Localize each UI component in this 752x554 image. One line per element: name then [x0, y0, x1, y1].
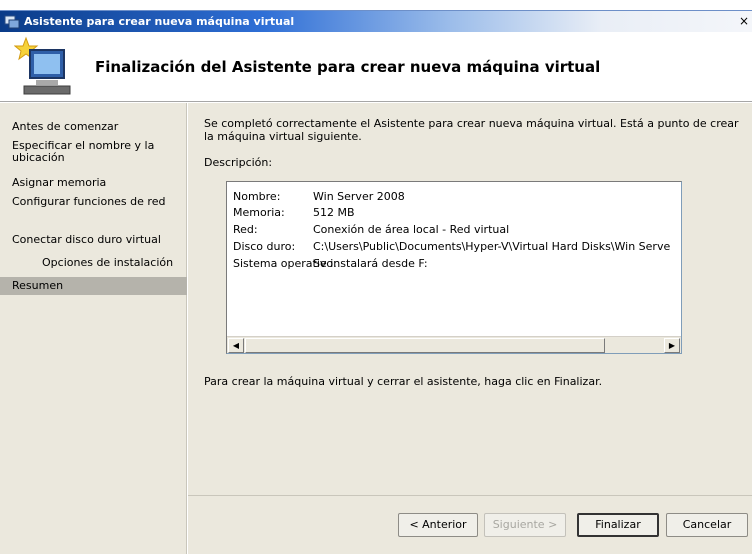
title-bar[interactable]: Asistente para crear nueva máquina virtu… [0, 10, 752, 32]
sidebar-item-configurar-red[interactable]: Configurar funciones de red [12, 196, 182, 208]
finish-instruction-text: Para crear la máquina virtual y cerrar e… [204, 375, 603, 388]
summary-value: 512 MB [313, 206, 355, 219]
sidebar-item-conectar-disco[interactable]: Conectar disco duro virtual [12, 234, 182, 246]
close-icon[interactable]: × [738, 14, 750, 29]
intro-text: Se completó correctamente el Asistente p… [204, 117, 739, 143]
wizard-computer-icon [14, 36, 71, 95]
horizontal-scrollbar[interactable]: ◀ ▶ [227, 336, 681, 353]
cancel-button[interactable]: Cancelar [666, 513, 748, 537]
scroll-right-icon[interactable]: ▶ [664, 338, 680, 353]
page-title: Finalización del Asistente para crear nu… [95, 58, 601, 76]
hyper-v-app-icon [4, 15, 20, 29]
summary-value: Se instalará desde F: [313, 257, 428, 270]
summary-value: C:\Users\Public\Documents\Hyper-V\Virtua… [313, 240, 671, 253]
summary-value: Win Server 2008 [313, 190, 405, 203]
wizard-steps-sidebar: Antes de comenzar Especificar el nombre … [0, 103, 187, 554]
scrollbar-thumb[interactable] [245, 338, 605, 353]
sidebar-item-opciones-instalacion[interactable]: Opciones de instalación [42, 257, 212, 269]
button-bar: < Anterior Siguiente > Finalizar Cancela… [188, 495, 752, 554]
sidebar-item-especificar-nombre[interactable]: Especificar el nombre y la ubicación [12, 140, 182, 164]
description-label: Descripción: [204, 156, 273, 169]
wizard-content: Se completó correctamente el Asistente p… [188, 103, 752, 495]
previous-button[interactable]: < Anterior [398, 513, 478, 537]
window-title: Asistente para crear nueva máquina virtu… [24, 15, 295, 28]
summary-listbox[interactable]: Nombre: Win Server 2008 Memoria: 512 MB … [226, 181, 682, 354]
sidebar-item-resumen[interactable]: Resumen [0, 277, 187, 295]
finish-button[interactable]: Finalizar [577, 513, 659, 537]
summary-value: Conexión de área local - Red virtual [313, 223, 510, 236]
sidebar-item-antes-de-comenzar[interactable]: Antes de comenzar [12, 121, 182, 133]
next-button[interactable]: Siguiente > [484, 513, 566, 537]
wizard-header: Finalización del Asistente para crear nu… [0, 32, 752, 102]
sidebar-item-asignar-memoria[interactable]: Asignar memoria [12, 177, 182, 189]
scroll-left-icon[interactable]: ◀ [228, 338, 244, 353]
